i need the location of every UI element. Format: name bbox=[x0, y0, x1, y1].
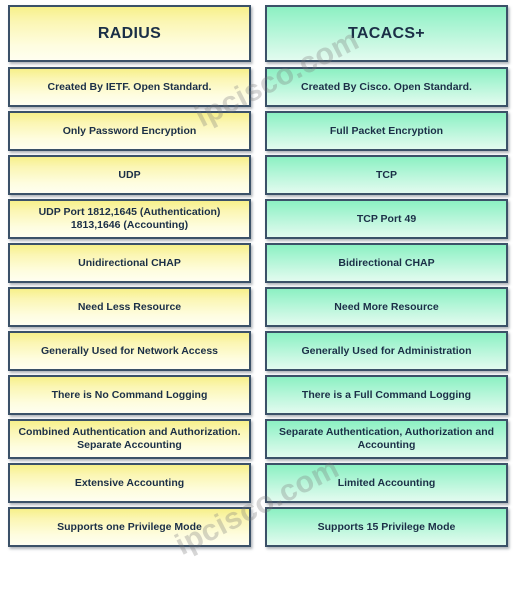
radius-cell-9: Extensive Accounting bbox=[8, 463, 251, 503]
header-cell-radius: RADIUS bbox=[8, 5, 251, 62]
radius-cell-5: Need Less Resource bbox=[8, 287, 251, 327]
tacacs-cell-10: Supports 15 Privilege Mode bbox=[265, 507, 508, 547]
radius-cell-text-1: Only Password Encryption bbox=[62, 124, 197, 137]
radius-tacacs-comparison-table: ipcisco.com ipcisco.com RADIUS TACACS+ C… bbox=[0, 0, 517, 593]
tacacs-cell-6: Generally Used for Administration bbox=[265, 331, 508, 371]
table-header-row: RADIUS TACACS+ bbox=[8, 5, 508, 62]
radius-cell-text-3: UDP Port 1812,1645 (Authentication) 1813… bbox=[38, 206, 221, 231]
tacacs-cell-text-2: TCP bbox=[376, 168, 397, 181]
radius-cell-text-5: Need Less Resource bbox=[77, 300, 182, 313]
header-label-radius: RADIUS bbox=[97, 25, 162, 42]
tacacs-cell-text-7: There is a Full Command Logging bbox=[301, 388, 472, 401]
table-row: UDP Port 1812,1645 (Authentication) 1813… bbox=[8, 199, 508, 239]
radius-cell-text-7: There is No Command Logging bbox=[51, 388, 208, 401]
radius-cell-10: Supports one Privilege Mode bbox=[8, 507, 251, 547]
header-label-tacacs: TACACS+ bbox=[348, 25, 425, 42]
tacacs-cell-text-10: Supports 15 Privilege Mode bbox=[317, 520, 456, 533]
tacacs-cell-text-3: TCP Port 49 bbox=[356, 212, 417, 225]
tacacs-cell-5: Need More Resource bbox=[265, 287, 508, 327]
radius-cell-6: Generally Used for Network Access bbox=[8, 331, 251, 371]
tacacs-cell-text-0: Created By Cisco. Open Standard. bbox=[301, 80, 472, 93]
tacacs-cell-9: Limited Accounting bbox=[265, 463, 508, 503]
radius-cell-4: Unidirectional CHAP bbox=[8, 243, 251, 283]
radius-cell-8: Combined Authentication and Authorizatio… bbox=[8, 419, 251, 459]
radius-cell-0: Created By IETF. Open Standard. bbox=[8, 67, 251, 107]
header-cell-tacacs: TACACS+ bbox=[265, 5, 508, 62]
radius-cell-7: There is No Command Logging bbox=[8, 375, 251, 415]
radius-cell-2: UDP bbox=[8, 155, 251, 195]
tacacs-cell-text-4: Bidirectional CHAP bbox=[338, 256, 435, 269]
tacacs-cell-7: There is a Full Command Logging bbox=[265, 375, 508, 415]
table-row: Supports one Privilege Mode Supports 15 … bbox=[8, 507, 508, 547]
radius-cell-text-6: Generally Used for Network Access bbox=[40, 344, 219, 357]
table-row: Combined Authentication and Authorizatio… bbox=[8, 419, 508, 459]
table-row: Only Password Encryption Full Packet Enc… bbox=[8, 111, 508, 151]
table-row: Extensive Accounting Limited Accounting bbox=[8, 463, 508, 503]
radius-cell-text-4: Unidirectional CHAP bbox=[78, 256, 181, 269]
radius-cell-3: UDP Port 1812,1645 (Authentication) 1813… bbox=[8, 199, 251, 239]
tacacs-cell-text-1: Full Packet Encryption bbox=[329, 124, 444, 137]
table-row: UDP TCP bbox=[8, 155, 508, 195]
tacacs-cell-8: Separate Authentication, Authorization a… bbox=[265, 419, 508, 459]
tacacs-cell-text-5: Need More Resource bbox=[334, 300, 439, 313]
tacacs-cell-3: TCP Port 49 bbox=[265, 199, 508, 239]
radius-cell-text-9: Extensive Accounting bbox=[74, 476, 185, 489]
tacacs-cell-4: Bidirectional CHAP bbox=[265, 243, 508, 283]
radius-cell-text-8: Combined Authentication and Authorizatio… bbox=[18, 426, 241, 451]
tacacs-cell-text-8: Separate Authentication, Authorization a… bbox=[278, 426, 495, 451]
tacacs-cell-0: Created By Cisco. Open Standard. bbox=[265, 67, 508, 107]
radius-cell-1: Only Password Encryption bbox=[8, 111, 251, 151]
table-row: Need Less Resource Need More Resource bbox=[8, 287, 508, 327]
tacacs-cell-text-9: Limited Accounting bbox=[337, 476, 436, 489]
tacacs-cell-text-6: Generally Used for Administration bbox=[301, 344, 472, 357]
radius-cell-text-2: UDP bbox=[118, 168, 141, 181]
table-row: Generally Used for Network Access Genera… bbox=[8, 331, 508, 371]
table-row: Unidirectional CHAP Bidirectional CHAP bbox=[8, 243, 508, 283]
radius-cell-text-10: Supports one Privilege Mode bbox=[57, 520, 202, 533]
table-row: There is No Command Logging There is a F… bbox=[8, 375, 508, 415]
tacacs-cell-1: Full Packet Encryption bbox=[265, 111, 508, 151]
tacacs-cell-2: TCP bbox=[265, 155, 508, 195]
radius-cell-text-0: Created By IETF. Open Standard. bbox=[47, 80, 212, 93]
table-row: Created By IETF. Open Standard. Created … bbox=[8, 67, 508, 107]
